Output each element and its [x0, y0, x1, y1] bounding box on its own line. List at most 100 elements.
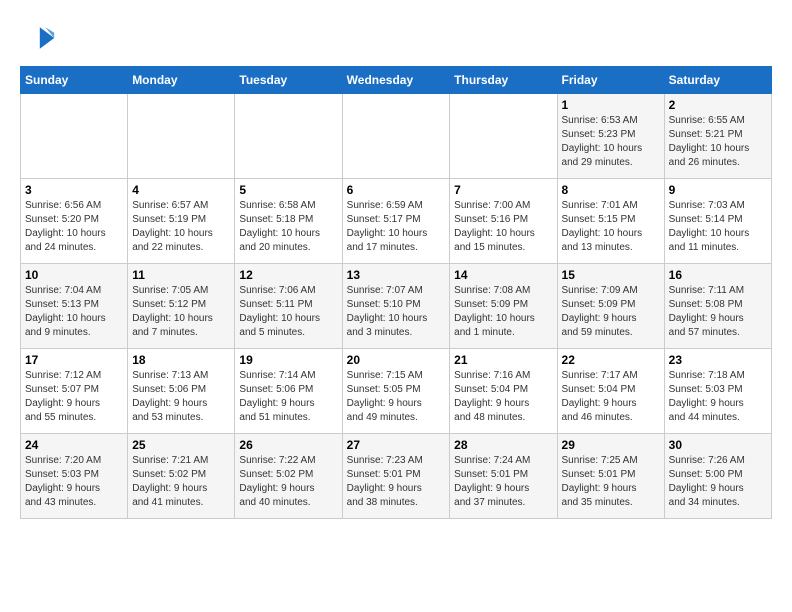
day-info: Sunrise: 7:04 AM Sunset: 5:13 PM Dayligh…: [25, 284, 123, 340]
calendar-week-row: 10 Sunrise: 7:04 AM Sunset: 5:13 PM Dayli…: [21, 264, 772, 349]
day-number: 7: [454, 183, 552, 197]
calendar-cell: 19 Sunrise: 7:14 AM Sunset: 5:06 PM Dayli…: [235, 349, 342, 434]
calendar-cell: 25 Sunrise: 7:21 AM Sunset: 5:02 PM Dayli…: [128, 434, 235, 519]
calendar-cell: 5 Sunrise: 6:58 AM Sunset: 5:18 PM Daylig…: [235, 179, 342, 264]
calendar-cell: 18 Sunrise: 7:13 AM Sunset: 5:06 PM Dayli…: [128, 349, 235, 434]
day-number: 18: [132, 353, 230, 367]
calendar-cell: [128, 94, 235, 179]
weekday-header: Friday: [557, 67, 664, 94]
weekday-header: Sunday: [21, 67, 128, 94]
day-number: 13: [347, 268, 446, 282]
day-info: Sunrise: 6:55 AM Sunset: 5:21 PM Dayligh…: [669, 114, 767, 170]
day-info: Sunrise: 7:20 AM Sunset: 5:03 PM Dayligh…: [25, 454, 123, 510]
calendar-cell: [450, 94, 557, 179]
day-number: 12: [239, 268, 337, 282]
weekday-header: Tuesday: [235, 67, 342, 94]
day-number: 17: [25, 353, 123, 367]
day-info: Sunrise: 7:09 AM Sunset: 5:09 PM Dayligh…: [562, 284, 660, 340]
calendar-cell: 22Sunrise: 7:17 AM Sunset: 5:04 PM Dayli…: [557, 349, 664, 434]
day-number: 22: [562, 353, 660, 367]
day-number: 10: [25, 268, 123, 282]
calendar-cell: 9 Sunrise: 7:03 AM Sunset: 5:14 PM Daylig…: [664, 179, 771, 264]
day-number: 5: [239, 183, 337, 197]
calendar-week-row: 1Sunrise: 6:53 AM Sunset: 5:23 PM Daylig…: [21, 94, 772, 179]
calendar-cell: 26 Sunrise: 7:22 AM Sunset: 5:02 PM Dayli…: [235, 434, 342, 519]
calendar-cell: 29 Sunrise: 7:25 AM Sunset: 5:01 PM Dayli…: [557, 434, 664, 519]
calendar-table: SundayMondayTuesdayWednesdayThursdayFrid…: [20, 66, 772, 519]
calendar-cell: [342, 94, 450, 179]
day-info: Sunrise: 7:00 AM Sunset: 5:16 PM Dayligh…: [454, 199, 552, 255]
day-number: 14: [454, 268, 552, 282]
day-info: Sunrise: 7:25 AM Sunset: 5:01 PM Dayligh…: [562, 454, 660, 510]
day-number: 23: [669, 353, 767, 367]
day-number: 8: [562, 183, 660, 197]
page-header: [20, 20, 772, 56]
day-number: 4: [132, 183, 230, 197]
day-info: Sunrise: 6:53 AM Sunset: 5:23 PM Dayligh…: [562, 114, 660, 170]
logo: [20, 20, 60, 56]
logo-icon: [20, 20, 56, 56]
day-info: Sunrise: 7:21 AM Sunset: 5:02 PM Dayligh…: [132, 454, 230, 510]
calendar-week-row: 17 Sunrise: 7:12 AM Sunset: 5:07 PM Dayli…: [21, 349, 772, 434]
day-info: Sunrise: 6:57 AM Sunset: 5:19 PM Dayligh…: [132, 199, 230, 255]
calendar-cell: 16Sunrise: 7:11 AM Sunset: 5:08 PM Dayli…: [664, 264, 771, 349]
calendar-cell: 6 Sunrise: 6:59 AM Sunset: 5:17 PM Daylig…: [342, 179, 450, 264]
calendar-week-row: 24 Sunrise: 7:20 AM Sunset: 5:03 PM Dayli…: [21, 434, 772, 519]
calendar-cell: 23 Sunrise: 7:18 AM Sunset: 5:03 PM Dayli…: [664, 349, 771, 434]
calendar-cell: 15 Sunrise: 7:09 AM Sunset: 5:09 PM Dayli…: [557, 264, 664, 349]
day-info: Sunrise: 7:23 AM Sunset: 5:01 PM Dayligh…: [347, 454, 446, 510]
day-number: 29: [562, 438, 660, 452]
calendar-cell: 8Sunrise: 7:01 AM Sunset: 5:15 PM Daylig…: [557, 179, 664, 264]
calendar-cell: 2 Sunrise: 6:55 AM Sunset: 5:21 PM Daylig…: [664, 94, 771, 179]
day-info: Sunrise: 7:16 AM Sunset: 5:04 PM Dayligh…: [454, 369, 552, 425]
day-number: 19: [239, 353, 337, 367]
day-info: Sunrise: 7:14 AM Sunset: 5:06 PM Dayligh…: [239, 369, 337, 425]
day-number: 6: [347, 183, 446, 197]
day-number: 24: [25, 438, 123, 452]
calendar-cell: 12 Sunrise: 7:06 AM Sunset: 5:11 PM Dayli…: [235, 264, 342, 349]
day-number: 2: [669, 98, 767, 112]
calendar-cell: 14 Sunrise: 7:08 AM Sunset: 5:09 PM Dayli…: [450, 264, 557, 349]
day-number: 11: [132, 268, 230, 282]
calendar-header: SundayMondayTuesdayWednesdayThursdayFrid…: [21, 67, 772, 94]
day-info: Sunrise: 7:06 AM Sunset: 5:11 PM Dayligh…: [239, 284, 337, 340]
weekday-header: Thursday: [450, 67, 557, 94]
day-info: Sunrise: 6:56 AM Sunset: 5:20 PM Dayligh…: [25, 199, 123, 255]
calendar-cell: 11 Sunrise: 7:05 AM Sunset: 5:12 PM Dayli…: [128, 264, 235, 349]
calendar-cell: 1Sunrise: 6:53 AM Sunset: 5:23 PM Daylig…: [557, 94, 664, 179]
day-number: 20: [347, 353, 446, 367]
day-number: 25: [132, 438, 230, 452]
day-info: Sunrise: 7:05 AM Sunset: 5:12 PM Dayligh…: [132, 284, 230, 340]
calendar-cell: 10 Sunrise: 7:04 AM Sunset: 5:13 PM Dayli…: [21, 264, 128, 349]
calendar-cell: 27 Sunrise: 7:23 AM Sunset: 5:01 PM Dayli…: [342, 434, 450, 519]
day-number: 3: [25, 183, 123, 197]
calendar-cell: 24 Sunrise: 7:20 AM Sunset: 5:03 PM Dayli…: [21, 434, 128, 519]
day-number: 16: [669, 268, 767, 282]
day-number: 15: [562, 268, 660, 282]
day-info: Sunrise: 7:24 AM Sunset: 5:01 PM Dayligh…: [454, 454, 552, 510]
calendar-cell: 4 Sunrise: 6:57 AM Sunset: 5:19 PM Daylig…: [128, 179, 235, 264]
day-number: 27: [347, 438, 446, 452]
calendar-cell: 28Sunrise: 7:24 AM Sunset: 5:01 PM Dayli…: [450, 434, 557, 519]
day-info: Sunrise: 7:07 AM Sunset: 5:10 PM Dayligh…: [347, 284, 446, 340]
day-info: Sunrise: 7:26 AM Sunset: 5:00 PM Dayligh…: [669, 454, 767, 510]
weekday-header: Monday: [128, 67, 235, 94]
day-info: Sunrise: 6:58 AM Sunset: 5:18 PM Dayligh…: [239, 199, 337, 255]
weekday-header: Wednesday: [342, 67, 450, 94]
day-info: Sunrise: 7:15 AM Sunset: 5:05 PM Dayligh…: [347, 369, 446, 425]
weekday-header: Saturday: [664, 67, 771, 94]
day-info: Sunrise: 7:18 AM Sunset: 5:03 PM Dayligh…: [669, 369, 767, 425]
day-number: 30: [669, 438, 767, 452]
calendar-cell: 20 Sunrise: 7:15 AM Sunset: 5:05 PM Dayli…: [342, 349, 450, 434]
day-info: Sunrise: 7:13 AM Sunset: 5:06 PM Dayligh…: [132, 369, 230, 425]
day-number: 26: [239, 438, 337, 452]
day-info: Sunrise: 7:12 AM Sunset: 5:07 PM Dayligh…: [25, 369, 123, 425]
day-info: Sunrise: 7:08 AM Sunset: 5:09 PM Dayligh…: [454, 284, 552, 340]
day-info: Sunrise: 7:22 AM Sunset: 5:02 PM Dayligh…: [239, 454, 337, 510]
calendar-cell: 3 Sunrise: 6:56 AM Sunset: 5:20 PM Daylig…: [21, 179, 128, 264]
day-info: Sunrise: 6:59 AM Sunset: 5:17 PM Dayligh…: [347, 199, 446, 255]
day-info: Sunrise: 7:03 AM Sunset: 5:14 PM Dayligh…: [669, 199, 767, 255]
calendar-cell: 7 Sunrise: 7:00 AM Sunset: 5:16 PM Daylig…: [450, 179, 557, 264]
calendar-cell: [21, 94, 128, 179]
day-number: 9: [669, 183, 767, 197]
